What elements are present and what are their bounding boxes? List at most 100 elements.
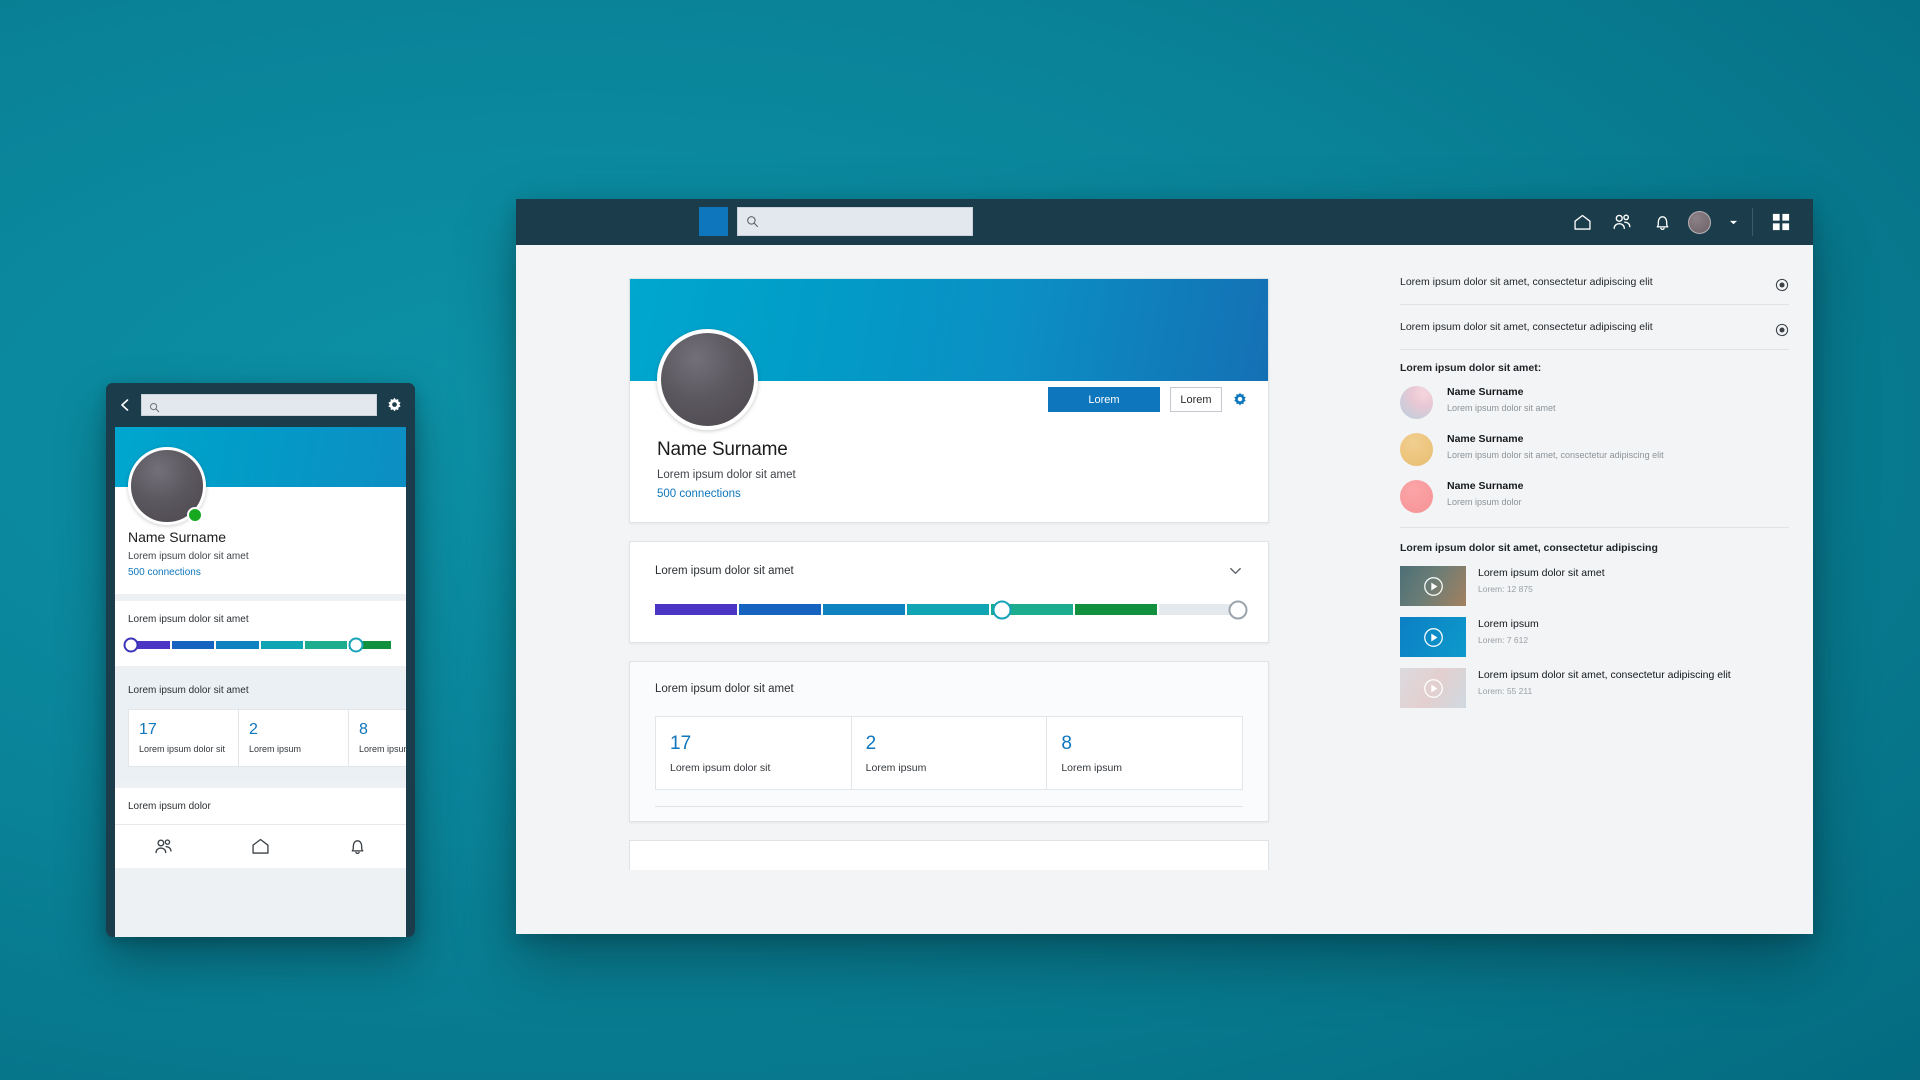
topbar-divider [1752,208,1753,236]
notification-text: Lorem ipsum dolor sit amet, consectetur … [1400,276,1653,288]
profile-headline: Lorem ipsum dolor sit amet [657,469,796,481]
contact-name: Name Surname [1447,386,1524,398]
notification-item[interactable]: Lorem ipsum dolor sit amet, consectetur … [1400,317,1789,350]
mobile-search-box[interactable] [141,394,377,416]
home-icon[interactable] [1562,199,1602,245]
avatar [1400,433,1433,466]
chevron-down-icon[interactable] [1228,563,1243,578]
desktop-window: Lorem Lorem Name Surname Lorem ipsum dol… [516,199,1813,934]
main-content-column: Lorem Lorem Name Surname Lorem ipsum dol… [516,245,1382,934]
media-item[interactable]: Lorem ipsum dolor sit amet, consectetur … [1400,668,1789,708]
mobile-stats-card: Lorem ipsum dolor sit amet 17 Lorem ipsu… [115,673,406,781]
media-section-title: Lorem ipsum dolor sit amet, consectetur … [1400,542,1658,554]
stat-cell[interactable]: 8 Lorem ipsum [1047,717,1242,789]
media-title: Lorem ipsum [1478,618,1539,630]
contact-subtitle: Lorem ipsum dolor sit amet [1447,403,1556,413]
stat-label: Lorem ipsum dolor sit [670,762,771,774]
contact-item[interactable]: Name Surname Lorem ipsum dolor [1400,480,1789,513]
radio-target-icon[interactable] [1775,323,1789,337]
stat-cell[interactable]: 8 Lorem ipsum [349,710,406,766]
mobile-profile-name: Name Surname [128,529,227,545]
slider-card: Lorem ipsum dolor sit amet [629,541,1269,643]
bell-icon[interactable] [1642,199,1682,245]
stats-card: Lorem ipsum dolor sit amet 17 Lorem ipsu… [629,661,1269,822]
mobile-range-slider[interactable] [123,637,393,653]
bell-icon[interactable] [347,836,368,857]
media-meta: Lorem: 7 612 [1478,635,1529,646]
next-card-partial [629,840,1269,870]
notification-text: Lorem ipsum dolor sit amet, consectetur … [1400,321,1653,333]
slider-handle-max[interactable] [348,637,364,653]
chevron-down-icon[interactable] [1722,199,1744,245]
gear-icon[interactable] [1232,392,1248,408]
stat-cell[interactable]: 2 Lorem ipsum [852,717,1048,789]
slider-segment [655,604,737,615]
radio-target-icon[interactable] [1775,278,1789,292]
contact-subtitle: Lorem ipsum dolor sit amet, consectetur … [1447,450,1664,460]
gear-icon[interactable] [386,397,403,414]
stat-label: Lorem ipsum [249,744,302,754]
mobile-footer-card: Lorem ipsum dolor [115,788,406,824]
grid-apps-icon[interactable] [1761,199,1801,245]
people-icon[interactable] [1602,199,1642,245]
home-icon[interactable] [250,836,271,857]
play-circle-icon[interactable] [1423,576,1444,597]
stat-value: 8 [1061,733,1072,754]
slider-handle-min[interactable] [992,600,1012,619]
slider-card-title: Lorem ipsum dolor sit amet [655,564,794,577]
contact-item[interactable]: Name Surname Lorem ipsum dolor sit amet [1400,386,1789,419]
people-icon[interactable] [153,836,174,857]
notification-item[interactable]: Lorem ipsum dolor sit amet, consectetur … [1400,272,1789,305]
right-sidebar: Lorem ipsum dolor sit amet, consectetur … [1382,245,1813,934]
slider-handle-max[interactable] [1228,600,1248,619]
media-item[interactable]: Lorem ipsum dolor sit amet Lorem: 12 875 [1400,566,1789,606]
profile-card: Lorem Lorem Name Surname Lorem ipsum dol… [629,278,1269,523]
slider-segment [216,641,259,649]
divider [1400,527,1789,528]
slider-segment [739,604,821,615]
mobile-profile-headline: Lorem ipsum dolor sit amet [128,551,249,562]
media-item[interactable]: Lorem ipsum Lorem: 7 612 [1400,617,1789,657]
chevron-left-icon[interactable] [118,398,132,412]
stat-label: Lorem ipsum dolor sit [139,744,226,754]
secondary-action-button[interactable]: Lorem [1170,387,1222,412]
mobile-slider-title: Lorem ipsum dolor sit amet [128,614,249,625]
stat-cell[interactable]: 2 Lorem ipsum [239,710,349,766]
slider-handle-min[interactable] [123,637,139,653]
search-icon [746,215,759,228]
contact-name: Name Surname [1447,480,1524,492]
stat-value: 8 [359,721,368,738]
app-logo[interactable] [699,207,728,236]
media-title: Lorem ipsum dolor sit amet [1478,567,1605,579]
range-slider[interactable] [655,600,1248,619]
stat-value: 17 [670,733,692,754]
avatar[interactable] [1682,199,1716,245]
stat-cell[interactable]: 17 Lorem ipsum dolor sit [656,717,852,789]
page-root: Name Surname Lorem ipsum dolor sit amet … [0,0,1920,1080]
mobile-profile-card: Name Surname Lorem ipsum dolor sit amet … [115,427,406,594]
connections-link[interactable]: 500 connections [657,488,1241,500]
primary-action-button[interactable]: Lorem [1048,387,1160,412]
mobile-connections-link[interactable]: 500 connections [128,567,393,578]
contact-item[interactable]: Name Surname Lorem ipsum dolor sit amet,… [1400,433,1789,466]
contacts-section-title: Lorem ipsum dolor sit amet: [1400,362,1542,374]
media-title: Lorem ipsum dolor sit amet, consectetur … [1478,669,1731,681]
desktop-topbar [516,199,1813,245]
avatar [1400,480,1433,513]
desktop-search-input[interactable] [759,215,972,228]
play-circle-icon[interactable] [1423,627,1444,648]
desktop-search-box[interactable] [737,207,973,236]
media-thumbnail [1400,668,1466,708]
play-circle-icon[interactable] [1423,678,1444,699]
media-thumbnail [1400,566,1466,606]
mobile-search-input[interactable] [160,399,376,411]
stat-cell[interactable]: 17 Lorem ipsum dolor sit [129,710,239,766]
stat-value: 17 [139,721,157,738]
avatar-icon [1687,210,1711,234]
media-meta: Lorem: 55 211 [1478,686,1533,697]
media-meta: Lorem: 12 875 [1478,584,1533,595]
slider-segment [260,641,303,649]
search-icon [149,400,160,412]
slider-segment [823,604,905,615]
stat-label: Lorem ipsum [865,762,927,774]
